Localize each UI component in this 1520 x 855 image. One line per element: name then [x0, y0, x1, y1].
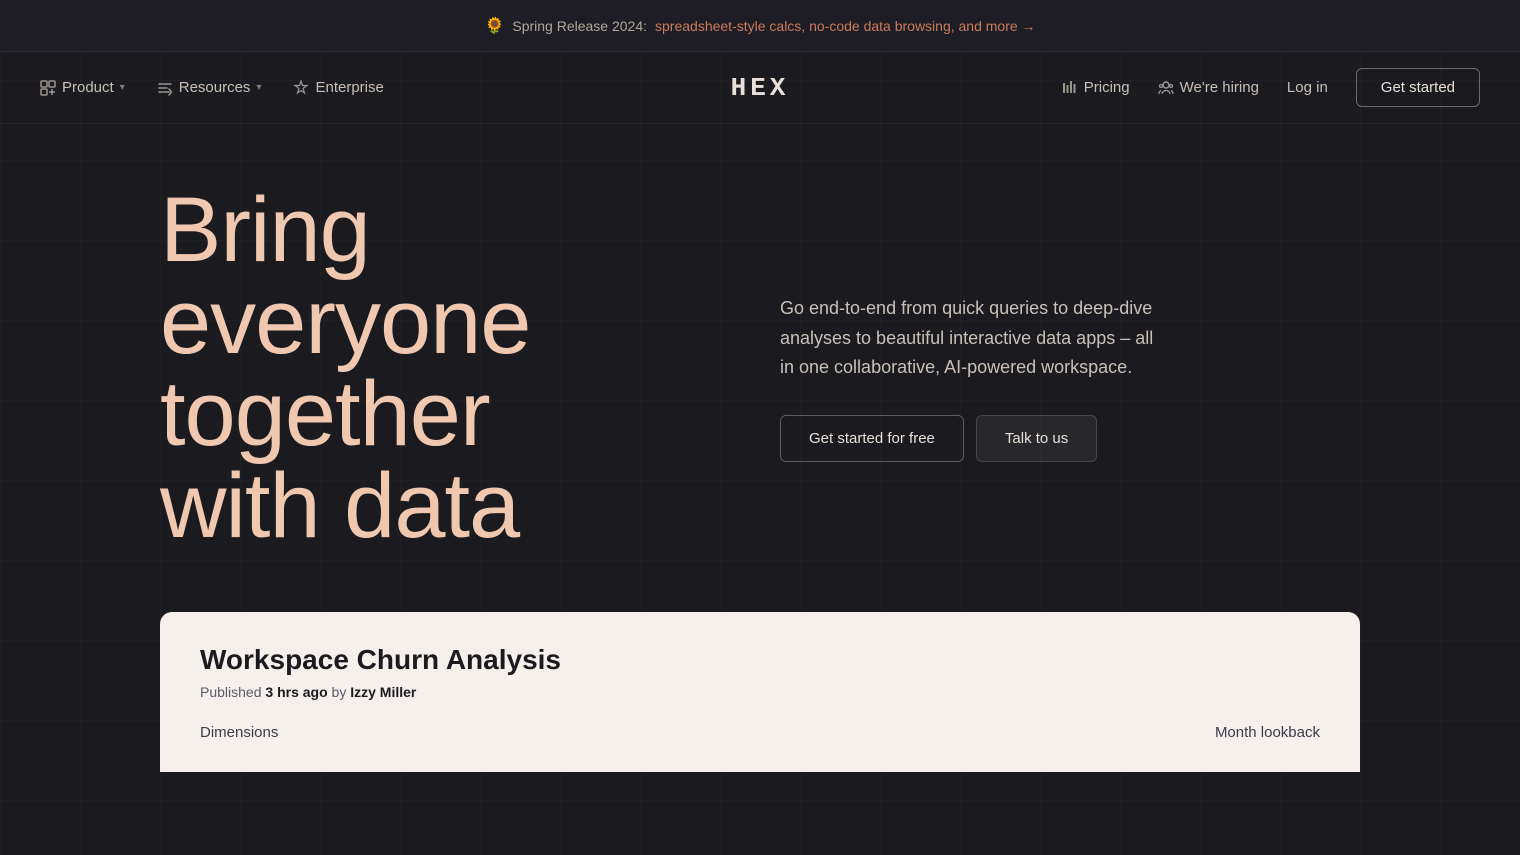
- resources-chevron: ▾: [256, 82, 261, 93]
- bottom-card-meta: Published 3 hrs ago by Izzy Miller: [200, 684, 1320, 700]
- hero-description: Go end-to-end from quick queries to deep…: [780, 294, 1160, 383]
- bottom-card-title: Workspace Churn Analysis: [200, 644, 1320, 676]
- nav-hiring[interactable]: We're hiring: [1158, 79, 1259, 96]
- product-icon: [40, 80, 56, 96]
- pricing-icon: [1062, 80, 1078, 96]
- month-lookback-label: Month lookback: [1215, 724, 1320, 741]
- announcement-bar: 🌻 Spring Release 2024: spreadsheet-style…: [0, 0, 1520, 52]
- resources-icon: [157, 80, 173, 96]
- headline-line2: everyone: [160, 271, 530, 373]
- headline-line4: with data: [160, 455, 519, 557]
- talk-to-us-button[interactable]: Talk to us: [976, 415, 1097, 462]
- author-name: Izzy Miller: [350, 684, 416, 700]
- enterprise-icon: [293, 80, 309, 96]
- announcement-prefix: Spring Release 2024:: [512, 18, 647, 34]
- sunflower-icon: 🌻: [484, 16, 504, 36]
- nav-pricing[interactable]: Pricing: [1062, 79, 1130, 96]
- dimensions-label: Dimensions: [200, 724, 278, 741]
- login-link[interactable]: Log in: [1287, 79, 1328, 96]
- bottom-card: Workspace Churn Analysis Published 3 hrs…: [160, 612, 1360, 772]
- product-chevron: ▾: [120, 82, 125, 93]
- hex-logo[interactable]: HEX: [731, 73, 790, 103]
- hiring-icon: [1158, 80, 1174, 96]
- hero-headline: Bring everyone together with data: [160, 184, 740, 552]
- nav-right: Pricing We're hiring Log in Get started: [1062, 68, 1480, 107]
- headline-line3: together: [160, 363, 490, 465]
- by-label: by: [332, 684, 347, 700]
- bottom-card-row: Dimensions Month lookback: [200, 700, 1320, 741]
- hero-headline-block: Bring everyone together with data: [160, 184, 740, 552]
- get-started-button[interactable]: Get started: [1356, 68, 1480, 107]
- nav-enterprise[interactable]: Enterprise: [293, 79, 383, 96]
- hero-cta: Get started for free Talk to us: [780, 415, 1360, 462]
- nav-left: Product ▾ Resources ▾ Enterprise: [40, 79, 384, 96]
- navbar: Product ▾ Resources ▾ Enterprise HEX: [0, 52, 1520, 124]
- get-started-free-button[interactable]: Get started for free: [780, 415, 964, 462]
- nav-resources[interactable]: Resources ▾: [157, 79, 262, 96]
- published-label: Published: [200, 684, 265, 700]
- time-ago: 3 hrs ago: [265, 684, 327, 700]
- announcement-link[interactable]: spreadsheet-style calcs, no-code data br…: [655, 18, 1036, 34]
- hero-section: Bring everyone together with data Go end…: [160, 124, 1360, 592]
- headline-line1: Bring: [160, 179, 370, 281]
- hero-right: Go end-to-end from quick queries to deep…: [780, 274, 1360, 462]
- nav-product[interactable]: Product ▾: [40, 79, 125, 96]
